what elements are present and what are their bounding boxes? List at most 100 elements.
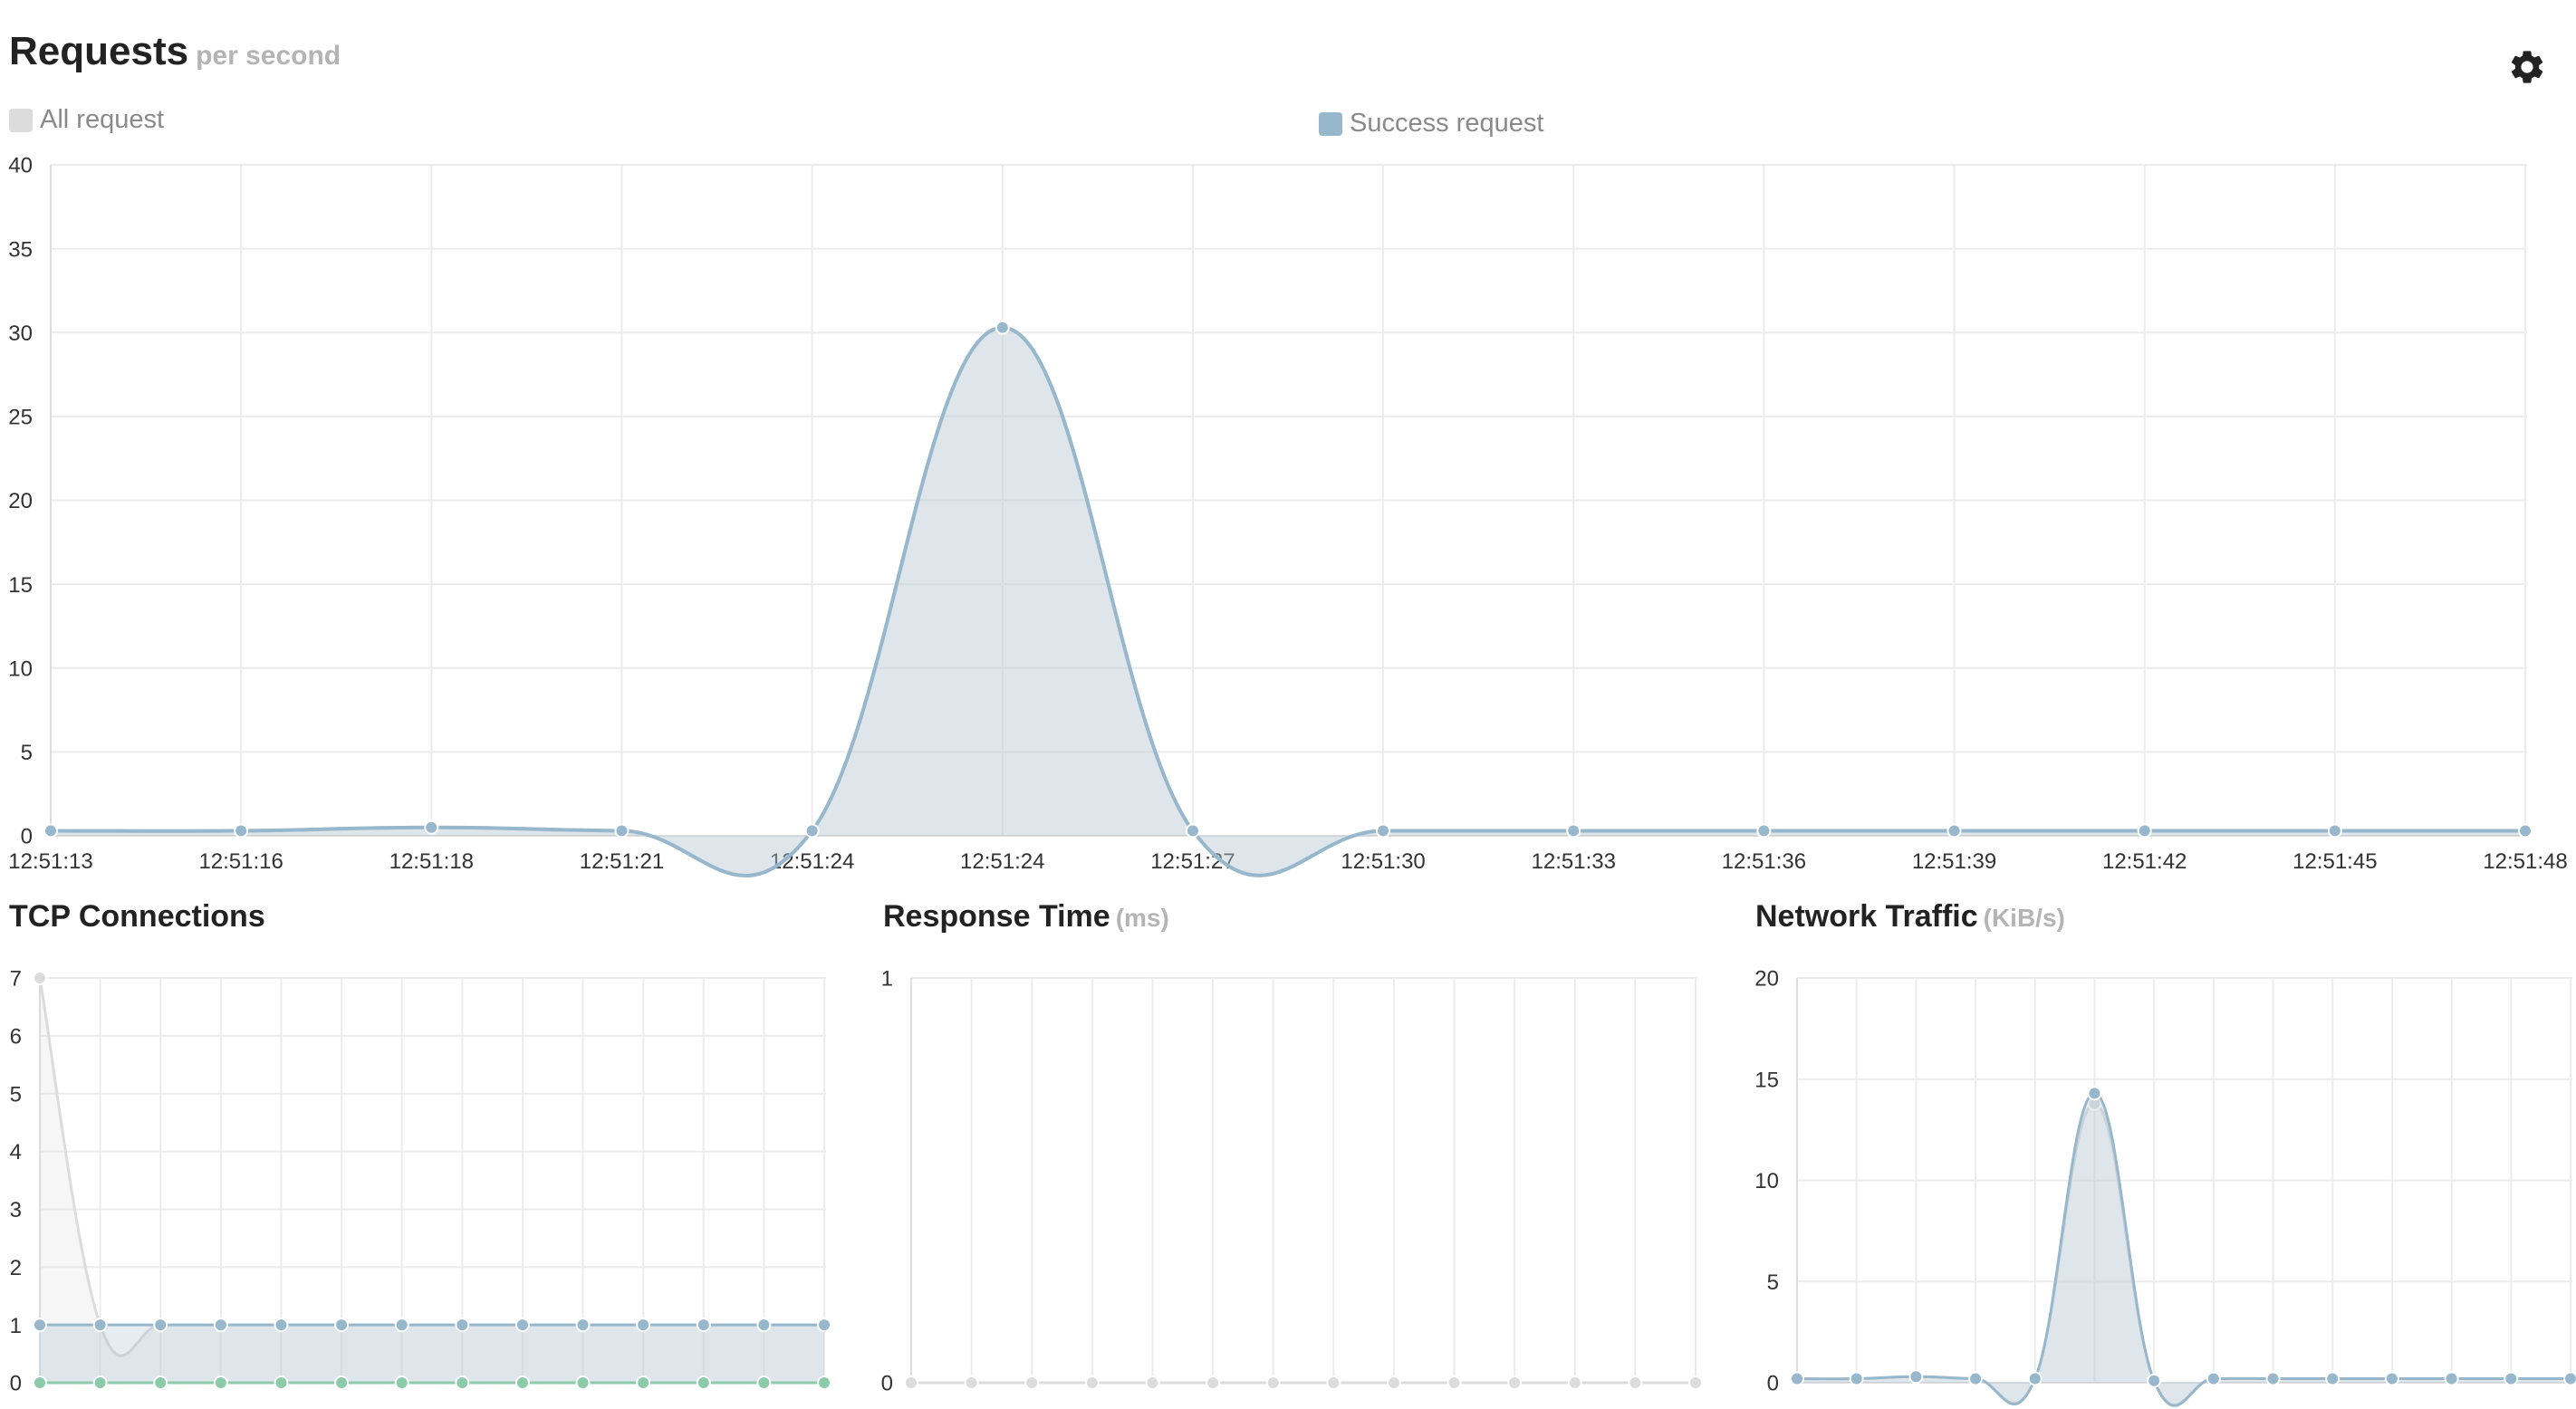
data-point: [964, 1375, 979, 1390]
series-area: [51, 327, 2525, 877]
data-point: [817, 1318, 831, 1333]
legend-item-success-request[interactable]: Success request: [1319, 109, 1543, 139]
data-point: [2087, 1086, 2102, 1101]
data-point: [1566, 823, 1581, 839]
page-title-text: Requests: [9, 29, 189, 73]
y-tick-label: 0: [881, 1372, 893, 1396]
data-point: [334, 1318, 350, 1333]
data-point: [696, 1375, 711, 1390]
y-tick-label: 3: [10, 1198, 22, 1222]
data-point: [43, 823, 58, 839]
legend-item-all-request[interactable]: All request: [9, 105, 164, 135]
legend-swatch-success-request: [1319, 111, 1342, 136]
data-point: [1946, 823, 1962, 839]
page-title: Requests per second: [9, 29, 341, 74]
data-point: [1688, 1375, 1703, 1390]
data-point: [995, 320, 1010, 335]
data-point: [514, 1318, 530, 1333]
series-area: [1797, 1093, 2571, 1406]
y-tick-label: 4: [10, 1140, 22, 1165]
data-point: [1024, 1375, 1040, 1390]
series-line: [1796, 1091, 2571, 1407]
x-tick-label: 12:51:39: [1912, 849, 1996, 874]
data-point: [153, 1375, 168, 1390]
response-time-unit: (ms): [1115, 904, 1169, 932]
data-point: [2504, 1371, 2519, 1386]
data-point: [33, 1375, 47, 1390]
y-tick-label: 20: [8, 489, 33, 513]
x-tick-label: 12:51:36: [1722, 849, 1806, 874]
data-point: [1145, 1375, 1160, 1390]
x-tick-label: 12:51:16: [198, 849, 283, 874]
series-line: [50, 325, 2525, 877]
data-point: [2518, 823, 2533, 839]
data-point: [1849, 1371, 1864, 1386]
data-point: [696, 1318, 711, 1333]
legend-swatch-all-request: [9, 108, 33, 132]
data-point: [575, 1318, 591, 1333]
data-point: [1567, 1375, 1582, 1390]
data-point: [1084, 1375, 1100, 1390]
data-point: [636, 1375, 651, 1390]
x-tick-label: 12:51:42: [2102, 849, 2187, 874]
data-point: [1908, 1369, 1924, 1385]
chart-grid: [910, 977, 1697, 1384]
data-point: [804, 823, 820, 839]
response-time-title: Response Time (ms): [883, 899, 1169, 935]
y-tick-label: 7: [10, 967, 22, 992]
legend-label-all-request: All request: [40, 105, 165, 134]
series-area: [1797, 1103, 2571, 1405]
x-tick-label: 12:51:24: [960, 849, 1044, 874]
data-point: [424, 820, 439, 835]
data-point: [575, 1375, 591, 1390]
y-tick-label: 30: [8, 321, 33, 346]
series-line: [50, 325, 2525, 877]
y-tick-label: 5: [10, 1082, 22, 1107]
data-point: [1206, 1375, 1221, 1390]
y-tick-label: 15: [8, 573, 33, 598]
data-point: [1326, 1375, 1341, 1390]
data-point: [153, 1318, 168, 1333]
data-point: [234, 823, 249, 839]
data-point: [514, 1375, 530, 1390]
data-point: [394, 1375, 409, 1390]
y-tick-label: 0: [1767, 1372, 1779, 1396]
network-traffic-title: Network Traffic (KiB/s): [1755, 899, 2065, 935]
response-time-title-text: Response Time: [883, 899, 1110, 934]
data-point: [455, 1318, 470, 1333]
data-point: [92, 1375, 108, 1390]
data-point: [1386, 1375, 1401, 1390]
data-point: [274, 1318, 289, 1333]
data-point: [1756, 823, 1772, 839]
x-tick-label: 12:51:13: [8, 849, 92, 874]
settings-button[interactable]: [2507, 47, 2547, 87]
data-point: [2563, 1371, 2576, 1386]
x-tick-label: 12:51:33: [1532, 849, 1616, 874]
response-time-chart: 01: [881, 967, 1703, 1396]
data-point: [636, 1318, 651, 1333]
chart-grid: [1796, 977, 2572, 1384]
data-point: [2206, 1371, 2221, 1386]
data-point: [1628, 1375, 1643, 1390]
series-line: [38, 977, 824, 1357]
data-point: [394, 1318, 409, 1333]
y-tick-label: 10: [8, 657, 33, 681]
data-point: [2327, 823, 2342, 839]
data-point: [904, 1375, 918, 1390]
tcp-connections-chart: 0 1 2 3 4 5 6 7: [10, 967, 831, 1396]
requests-chart: 0 5 10 15 20 25 30 35 40 12:51:13 12:51:16 12:51:18…: [8, 154, 2568, 877]
x-tick-label: 12:51:30: [1341, 849, 1425, 874]
y-tick-label: 1: [10, 1314, 22, 1338]
network-traffic-unit: (KiB/s): [1983, 904, 2065, 932]
y-tick-label: 1: [881, 967, 893, 992]
data-point: [1507, 1375, 1523, 1390]
data-point: [817, 1375, 831, 1390]
data-point: [756, 1318, 772, 1333]
y-tick-label: 40: [8, 154, 33, 178]
data-point: [213, 1375, 228, 1390]
page-title-unit: per second: [196, 41, 341, 71]
data-point: [2384, 1371, 2399, 1386]
data-point: [2147, 1373, 2162, 1388]
y-tick-label: 15: [1754, 1068, 1779, 1092]
data-point: [614, 823, 630, 839]
